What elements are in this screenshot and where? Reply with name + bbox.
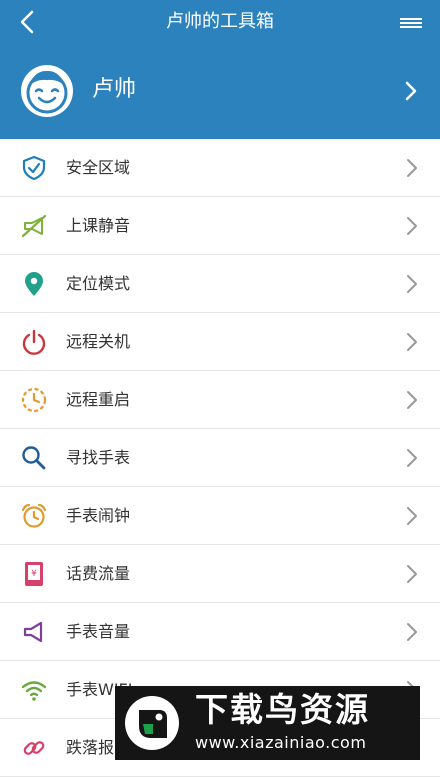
list-item-label: 跌落报 <box>66 738 115 757</box>
list-item-label: 手表音量 <box>66 622 131 641</box>
page-title: 卢帅的工具箱 <box>166 11 274 32</box>
list-item-safe-zone[interactable]: 安全区域 <box>0 139 440 197</box>
list-item-label: 寻找手表 <box>66 448 131 467</box>
watermark-url: www.xiazainiao.com <box>195 733 367 752</box>
link-icon <box>23 741 45 755</box>
watermark-title: 下载鸟资源 <box>195 690 370 729</box>
power-icon <box>22 329 46 355</box>
location-pin-icon <box>25 272 43 296</box>
list-item-find-watch[interactable]: 寻找手表 <box>0 429 440 487</box>
avatar <box>21 65 73 117</box>
chevron-right-icon <box>407 565 417 583</box>
alarm-clock-icon <box>21 503 47 528</box>
chevron-right-icon <box>407 623 417 641</box>
tool-list: 安全区域 上课静音 定位模式 远程关机 远程重启 寻找手表 手表闹钟 ¥ 话费流… <box>0 139 440 777</box>
list-item-label: 话费流量 <box>66 564 131 583</box>
search-icon <box>22 446 46 470</box>
list-item-remote-shutdown[interactable]: 远程关机 <box>0 313 440 371</box>
chevron-right-icon <box>405 81 417 101</box>
chevron-right-icon <box>407 333 417 351</box>
list-item-phone-credit[interactable]: ¥ 话费流量 <box>0 545 440 603</box>
profile-name: 卢帅 <box>92 77 137 102</box>
list-item-class-mute[interactable]: 上课静音 <box>0 197 440 255</box>
list-item-remote-restart[interactable]: 远程重启 <box>0 371 440 429</box>
chevron-right-icon <box>407 275 417 293</box>
shield-check-icon <box>22 155 46 181</box>
menu-icon[interactable] <box>398 12 426 34</box>
list-item-watch-volume[interactable]: 手表音量 <box>0 603 440 661</box>
list-item-location-mode[interactable]: 定位模式 <box>0 255 440 313</box>
profile-header[interactable]: 卢帅 <box>0 44 440 139</box>
svg-text:¥: ¥ <box>31 569 37 579</box>
restart-clock-icon <box>21 387 47 413</box>
mute-speaker-icon <box>21 214 47 238</box>
chevron-right-icon <box>407 159 417 177</box>
chevron-right-icon <box>407 507 417 525</box>
chevron-right-icon <box>407 217 417 235</box>
chevron-right-icon <box>407 449 417 467</box>
wifi-icon <box>21 681 47 701</box>
list-item-label: 安全区域 <box>66 158 131 177</box>
top-bar: 卢帅的工具箱 <box>0 0 440 44</box>
list-item-label: 手表闹钟 <box>66 506 131 525</box>
bird-logo-icon <box>125 696 179 750</box>
list-item-watch-alarm[interactable]: 手表闹钟 <box>0 487 440 545</box>
list-item-label: 上课静音 <box>66 216 131 235</box>
watermark-banner: 下载鸟资源 www.xiazainiao.com <box>115 686 420 760</box>
list-item-label: 远程关机 <box>66 332 131 351</box>
chevron-right-icon <box>407 391 417 409</box>
phone-credit-icon: ¥ <box>25 562 43 586</box>
list-item-label: 定位模式 <box>66 274 131 293</box>
volume-icon <box>23 621 43 643</box>
list-item-label: 远程重启 <box>66 390 131 409</box>
